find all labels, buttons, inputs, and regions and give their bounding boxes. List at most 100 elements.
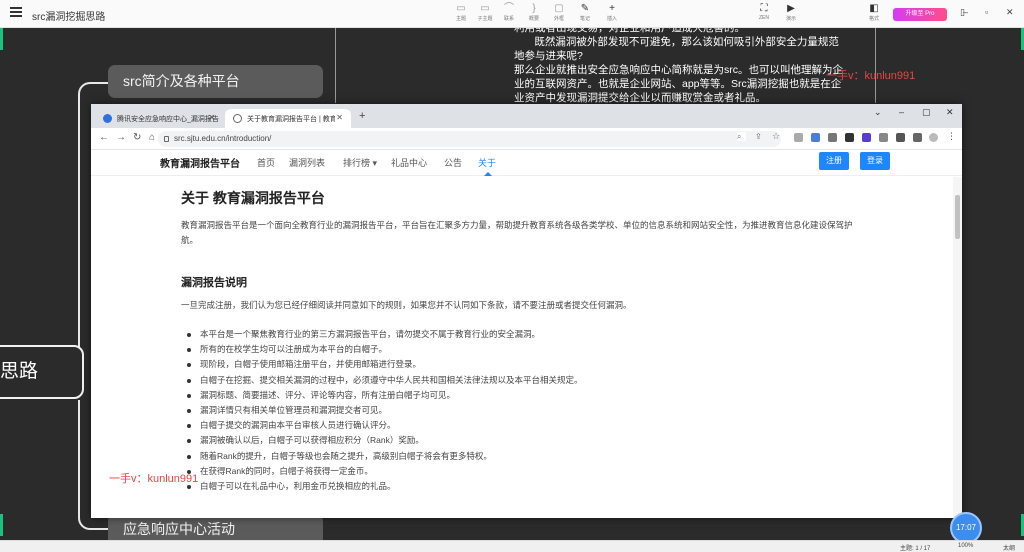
extension-icon[interactable] bbox=[811, 133, 820, 142]
toolbar-label: 外框 bbox=[553, 16, 564, 22]
zen-icon: ⛶ bbox=[760, 3, 768, 14]
minimize-icon[interactable]: – bbox=[899, 107, 904, 117]
forward-icon[interactable]: → bbox=[116, 132, 126, 143]
insert-icon: + bbox=[609, 3, 615, 14]
browser-toolbar: ← → ↻ ⌂ src.sjtu.edu.cn/introduction/ ⌕ … bbox=[91, 128, 962, 150]
extension-icon[interactable] bbox=[862, 133, 871, 142]
intro-paragraph: 教育漏洞报告平台是一个面向全教育行业的漏洞报告平台，平台旨在汇聚多方力量，帮助提… bbox=[181, 220, 853, 245]
url-text: src.sjtu.edu.cn/introduction/ bbox=[174, 134, 272, 143]
nav-announcements[interactable]: 公告 bbox=[444, 156, 462, 169]
rule-item: 漏洞被确认以后，白帽子可以获得相应积分（Rank）奖励。 bbox=[187, 433, 867, 448]
vertical-scrollbar[interactable] bbox=[953, 177, 962, 518]
watermark-text: 一手v：kunlun991 bbox=[109, 473, 199, 485]
topic-icon: ▭ bbox=[456, 3, 466, 14]
toolbar-subtopic-button[interactable]: ▭ 子主题 bbox=[472, 3, 498, 22]
toolbar-topic-button[interactable]: ▭ 主题 bbox=[448, 3, 474, 22]
screen-border-marker bbox=[0, 514, 3, 536]
new-tab-button[interactable]: + bbox=[359, 110, 365, 122]
share-icon[interactable]: ⇪ bbox=[755, 132, 764, 141]
address-bar[interactable]: src.sjtu.edu.cn/introduction/ bbox=[158, 131, 781, 147]
root-topic-node[interactable]: 思路 bbox=[0, 345, 84, 399]
nav-home[interactable]: 首页 bbox=[257, 156, 275, 169]
tencent-favicon-icon bbox=[103, 114, 112, 123]
rule-item: 漏洞标题、简要描述、评分、评论等内容，所有注册白帽子均可见。 bbox=[187, 388, 867, 403]
reload-icon[interactable]: ↻ bbox=[133, 132, 141, 143]
globe-favicon-icon bbox=[233, 114, 242, 123]
rule-item: 白帽子提交的漏洞由本平台审核人员进行确认评分。 bbox=[187, 418, 867, 433]
toolbar-zen-button[interactable]: ⛶ ZEN bbox=[751, 3, 777, 21]
toolbar-note-button[interactable]: ✎ 笔记 bbox=[572, 3, 598, 22]
lock-icon bbox=[164, 136, 169, 142]
browser-menu-icon[interactable]: ⋮ bbox=[947, 131, 956, 141]
upgrade-pro-button[interactable]: 升级至 Pro bbox=[893, 8, 947, 21]
rule-item: 所有的在校学生均可以注册成为本平台的白帽子。 bbox=[187, 342, 867, 357]
lead-paragraph: 一旦完成注册，我们认为您已经仔细阅读并同意如下的规则，如果您并不认同如下条款，请… bbox=[181, 300, 632, 310]
maximize-icon[interactable]: ▫ bbox=[985, 7, 988, 17]
nav-ranking[interactable]: 排行榜 ▾ bbox=[343, 156, 377, 169]
note-line: 地参与进来呢? bbox=[514, 50, 583, 62]
toolbar-summary-button[interactable]: } 概要 bbox=[521, 3, 547, 22]
site-navbar: 教育漏洞报告平台 首页 漏洞列表 排行榜 ▾ 礼品中心 公告 关于 注册 登录 bbox=[91, 150, 962, 176]
topic-count: 主题: 1 / 17 bbox=[900, 546, 931, 552]
toolbar-label: 概要 bbox=[528, 16, 539, 22]
login-button[interactable]: 登录 bbox=[860, 152, 890, 170]
note-line: 利用或者出现交易，对企业和用户造成大危害的。 bbox=[514, 28, 745, 34]
toolbar-format-button[interactable]: ◧ 格式 bbox=[861, 3, 887, 22]
browser-tab-active[interactable]: 关于教育漏洞报告平台 | 教育漏洞 ✕ bbox=[225, 109, 351, 128]
nav-bug-list[interactable]: 漏洞列表 bbox=[289, 156, 325, 169]
note-text-block[interactable]: 利用或者出现交易，对企业和用户造成大危害的。 既然漏洞被外部发现不可避免，那么该… bbox=[510, 28, 878, 104]
close-tab-icon[interactable]: ✕ bbox=[208, 113, 215, 122]
note-line: 那么企业就推出安全应急响应中心简称就是为src。也可以叫他理解为企 bbox=[514, 64, 843, 76]
bookmark-star-icon[interactable]: ☆ bbox=[772, 131, 781, 141]
toolbar-label: 联系 bbox=[503, 16, 514, 22]
maximize-icon[interactable]: ▢ bbox=[922, 107, 931, 118]
tab-title: 关于教育漏洞报告平台 | 教育漏洞 bbox=[247, 116, 335, 123]
summary-icon: } bbox=[532, 3, 536, 14]
toolbar-label: 格式 bbox=[868, 16, 879, 22]
back-icon[interactable]: ← bbox=[99, 132, 109, 143]
app-toolbar: src漏洞挖掘思路 ▭ 主题 ▭ 子主题 ⌒ 联系} 概要 ▢ 外框 ✎ 笔记 + 插入 ⛶ ZEN ▶ 演示 ◧… bbox=[0, 0, 1024, 28]
note-line: 既然漏洞被外部发现不可避免，那么该如何吸引外部安全力量规范 bbox=[514, 36, 839, 48]
toolbar-link-button[interactable]: ⌒ 联系 bbox=[496, 3, 522, 22]
tab-search-icon[interactable]: ⌄ bbox=[874, 107, 882, 118]
zoom-icon[interactable]: ⌕ bbox=[737, 132, 746, 141]
hamburger-menu-icon[interactable] bbox=[10, 7, 22, 19]
toolbar-label: ZEN bbox=[759, 15, 769, 21]
site-brand[interactable]: 教育漏洞报告平台 bbox=[160, 155, 240, 170]
status-bar: 主题: 1 / 17 100% 太纲 bbox=[0, 540, 1024, 552]
extension-icon[interactable] bbox=[828, 133, 837, 142]
link-icon: ⌒ bbox=[504, 3, 514, 14]
zoom-level[interactable]: 100% bbox=[958, 543, 973, 549]
toolbar-present-button[interactable]: ▶ 演示 bbox=[778, 3, 804, 22]
nav-about[interactable]: 关于 bbox=[478, 156, 496, 169]
note-icon: ✎ bbox=[580, 3, 590, 14]
sidepanel-icon[interactable] bbox=[913, 133, 922, 142]
minimize-icon[interactable]: – bbox=[963, 7, 968, 17]
connector-line bbox=[335, 28, 336, 103]
extension-icon[interactable] bbox=[845, 133, 854, 142]
nav-gift-center[interactable]: 礼品中心 bbox=[391, 156, 427, 169]
close-tab-icon[interactable]: ✕ bbox=[336, 113, 343, 122]
toolbar-outline-button[interactable]: ▢ 外框 bbox=[546, 3, 572, 22]
note-line: 业资产中发现漏洞提交给企业以而赚取赏金或者礼品。 bbox=[514, 92, 766, 104]
browser-tab[interactable]: 腾讯安全应急响应中心_漏洞报告 ✕ bbox=[95, 109, 223, 128]
close-icon[interactable]: ✕ bbox=[946, 107, 954, 118]
topic-node-src-intro[interactable]: src简介及各种平台 bbox=[108, 65, 323, 98]
extensions-puzzle-icon[interactable] bbox=[896, 133, 905, 142]
extension-icon[interactable] bbox=[794, 133, 803, 142]
extension-icon[interactable] bbox=[879, 133, 888, 142]
outline-mode[interactable]: 太纲 bbox=[1003, 543, 1015, 552]
profile-avatar[interactable] bbox=[929, 133, 938, 142]
toolbar-insert-button[interactable]: + 插入 bbox=[599, 3, 625, 22]
register-button[interactable]: 注册 bbox=[819, 152, 849, 170]
format-icon: ◧ bbox=[869, 3, 879, 14]
rule-item: 白帽子在挖掘、提交相关漏洞的过程中，必须遵守中华人民共和国相关法律法规以及本平台… bbox=[187, 373, 867, 388]
browser-window: 腾讯安全应急响应中心_漏洞报告 ✕ 关于教育漏洞报告平台 | 教育漏洞 ✕ + … bbox=[91, 104, 962, 518]
scrollbar-thumb[interactable] bbox=[955, 195, 960, 239]
present-icon: ▶ bbox=[787, 3, 795, 14]
toolbar-label: 主题 bbox=[455, 16, 466, 22]
close-icon[interactable]: ✕ bbox=[1006, 7, 1014, 18]
home-icon[interactable]: ⌂ bbox=[149, 132, 155, 143]
toolbar-label: 演示 bbox=[785, 16, 796, 22]
screen-border-marker bbox=[0, 28, 3, 50]
